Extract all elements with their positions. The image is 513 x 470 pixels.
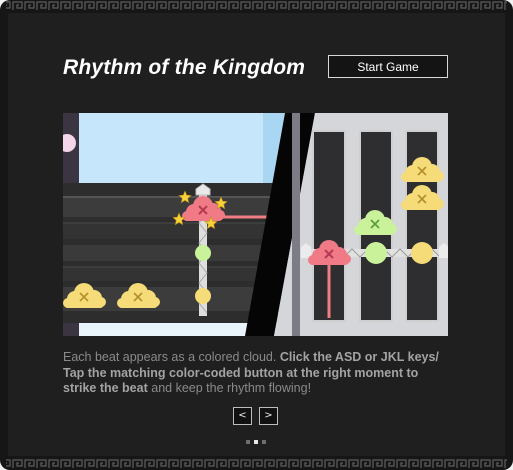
- bottom-meander-border: [6, 458, 507, 470]
- slide-dot[interactable]: [262, 440, 266, 444]
- tutorial-intro-text: Each beat appears as a colored cloud.: [63, 350, 280, 364]
- start-game-button[interactable]: Start Game: [328, 55, 448, 78]
- tutorial-preview-image: [63, 113, 448, 336]
- top-meander-border: [6, 0, 507, 12]
- next-slide-button[interactable]: >: [259, 407, 278, 425]
- slide-dot[interactable]: [254, 440, 258, 444]
- previous-slide-button[interactable]: <: [233, 407, 252, 425]
- tutorial-outro-text: and keep the rhythm flowing!: [147, 381, 312, 395]
- slide-dot[interactable]: [246, 440, 250, 444]
- tutorial-description: Each beat appears as a colored cloud. Cl…: [63, 350, 455, 397]
- game-frame: Rhythm of the Kingdom Start Game Each be…: [0, 0, 513, 470]
- game-title: Rhythm of the Kingdom: [63, 56, 306, 79]
